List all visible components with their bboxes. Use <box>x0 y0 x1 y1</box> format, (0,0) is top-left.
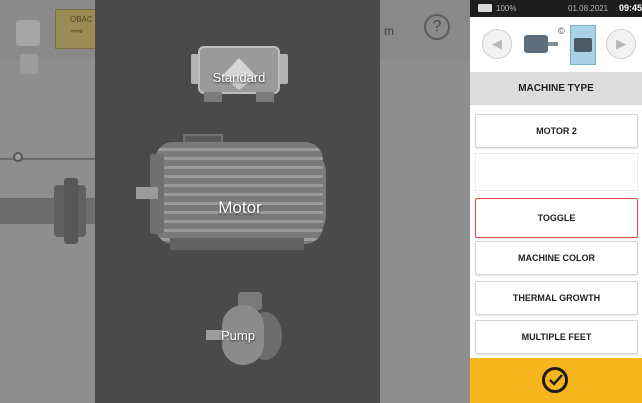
multiple-feet-button[interactable]: MULTIPLE FEET <box>475 320 638 354</box>
screen: OBAC ⟹ m ? Standard Motor Pump 100% 01.0… <box>0 0 642 403</box>
motor-shaft <box>136 187 158 199</box>
thermal-growth-button[interactable]: THERMAL GROWTH <box>475 281 638 315</box>
motor-label: Motor <box>218 198 262 217</box>
status-date: 01.08.2021 <box>568 4 609 13</box>
motor-icon <box>155 142 323 244</box>
panel-heading: MACHINE TYPE <box>470 72 642 105</box>
machine-color-button[interactable]: MACHINE COLOR <box>475 241 638 275</box>
battery-percent: 100% <box>496 4 517 13</box>
motor-foot <box>170 238 304 250</box>
background-tag-arrow: ⟹ <box>70 26 83 36</box>
standard-foot-right <box>256 92 274 102</box>
standard-foot-left <box>204 92 222 102</box>
confirm-button[interactable] <box>470 358 642 403</box>
background-coupling-flange <box>64 178 78 244</box>
status-time: 09:45 <box>619 3 642 13</box>
status-bar: 100% 01.08.2021 09:45 <box>470 0 642 17</box>
check-icon <box>542 367 568 393</box>
toggle-button[interactable]: TOGGLE <box>475 198 638 238</box>
side-panel: 100% 01.08.2021 09:45 ◀ © ▶ MACHINE TYPE… <box>470 0 642 403</box>
background-tool-icon <box>16 20 40 46</box>
pump-label: Pump <box>221 328 255 343</box>
standard-label: Standard <box>212 70 266 85</box>
battery-icon <box>478 4 492 12</box>
next-machine-button[interactable]: ▶ <box>606 29 636 59</box>
empty-option-slot <box>475 153 638 191</box>
machine-train-left-icon <box>518 31 558 57</box>
selected-machine-icon[interactable] <box>570 25 596 65</box>
help-icon: ? <box>424 14 450 40</box>
background-text-fragment: m <box>384 24 394 38</box>
machine-navigator: ◀ © ▶ <box>470 17 642 72</box>
background-user-icon <box>20 54 38 74</box>
background-tag: OBAC ⟹ <box>55 9 97 49</box>
background-sensor-icon <box>13 152 23 162</box>
previous-machine-button[interactable]: ◀ <box>482 29 512 59</box>
machine-name-button[interactable]: MOTOR 2 <box>475 114 638 148</box>
coupling-icon: © <box>558 26 565 36</box>
background-tag-label: OBAC <box>70 15 93 24</box>
